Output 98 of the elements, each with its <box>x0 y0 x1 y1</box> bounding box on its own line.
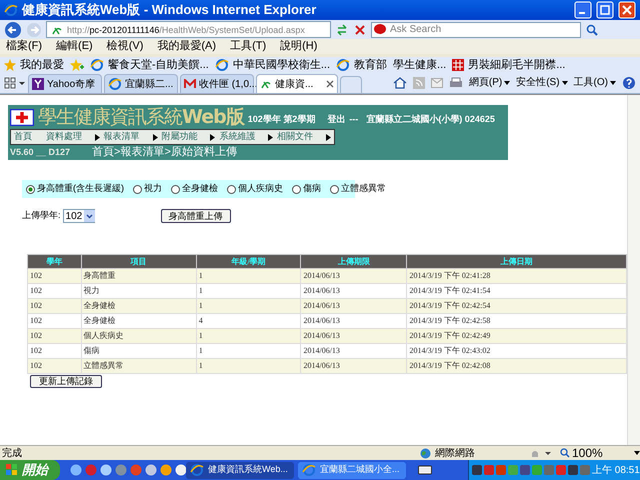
radio-button[interactable] <box>26 184 35 194</box>
search-field[interactable]: Ask Search <box>371 22 581 38</box>
breadcrumb: 首頁>報表清單>原始資料上傳 <box>92 145 237 160</box>
menu-item[interactable]: 工具(T) <box>230 38 266 55</box>
keyboard-icon[interactable] <box>418 465 432 475</box>
year-label: 上傳學年: <box>22 209 61 222</box>
stop-icon[interactable] <box>353 22 367 36</box>
start-button[interactable]: 開始 <box>0 460 60 480</box>
version-label: V5.60 __ D127 <box>10 146 70 159</box>
help-icon[interactable] <box>622 76 636 90</box>
menu-item[interactable]: 說明(H) <box>280 38 318 55</box>
favorite-link[interactable]: 男裝細刷毛半開襟... <box>452 56 566 74</box>
refresh-icon[interactable] <box>335 22 349 36</box>
term-label: 102學年 第2學期 <box>248 112 316 126</box>
home-icon[interactable] <box>392 76 407 88</box>
menu-item[interactable]: 編輯(E) <box>56 38 93 55</box>
school-name: 宜蘭縣立二城國小(小學) 024625 <box>366 112 495 126</box>
printer-icon[interactable] <box>448 76 463 88</box>
envelope-icon <box>184 79 196 89</box>
window-title: 健康資訊系統Web版 - Windows Internet Explorer <box>22 1 318 20</box>
browser-tab[interactable]: Yahoo奇摩 <box>28 74 102 93</box>
ask-logo-icon <box>374 24 386 34</box>
radio-option[interactable]: 身高體重(含生長遲緩) <box>26 182 124 196</box>
table-cell: 2014/3/19 下午 02:42:08 <box>406 358 626 374</box>
column-header: 上傳期限 <box>300 254 407 268</box>
upload-button[interactable]: 身高體重上傳 <box>160 209 231 223</box>
nav-menu-item[interactable]: 附屬功能 <box>162 130 216 144</box>
taskbar-button[interactable]: 宜蘭縣二城國小全... <box>298 462 406 478</box>
column-header: 上傳日期 <box>406 254 626 268</box>
close-tab-icon[interactable] <box>326 80 334 88</box>
address-field[interactable]: http://pc-201201111146/HealthWeb/SystemSet/Upload.aspx <box>46 21 331 38</box>
column-header: 學年 <box>28 254 82 268</box>
favorite-link[interactable]: 饗食天堂-自助美饌... <box>90 56 209 74</box>
menu-item[interactable]: 我的最愛(A) <box>157 38 216 55</box>
nav-menu-item[interactable]: 首頁 <box>14 130 42 144</box>
radio-option[interactable]: 全身健檢 <box>171 182 218 196</box>
radio-option[interactable]: 視力 <box>133 182 162 196</box>
favorites-button[interactable]: 我的最愛 <box>4 56 64 74</box>
logout-link[interactable]: 登出 <box>327 112 346 126</box>
nav-menu-item[interactable]: 相關文件 <box>277 130 331 144</box>
caret-icon <box>504 80 510 84</box>
radio-option[interactable]: 傷病 <box>292 182 321 196</box>
y-letter-icon <box>32 78 44 90</box>
year-dropdown[interactable]: 102 <box>62 209 95 223</box>
star-icon <box>4 59 16 71</box>
menu-item[interactable]: 檢視(V) <box>106 38 144 55</box>
radio-button[interactable] <box>227 184 236 194</box>
radio-button[interactable] <box>171 184 180 194</box>
system-title: 學生健康資訊系統Web版 <box>38 105 244 129</box>
radio-button[interactable] <box>292 184 301 194</box>
radio-button[interactable] <box>133 184 142 194</box>
table-cell: 102 <box>28 358 82 374</box>
nav-menu-item[interactable]: 報表清單 <box>104 130 158 144</box>
menu-item[interactable]: 檔案(F) <box>6 38 42 55</box>
caret-icon <box>610 80 616 84</box>
column-header: 項目 <box>81 254 196 268</box>
refresh-records-button[interactable]: 更新上傳記錄 <box>30 375 102 388</box>
cross-logo-icon <box>10 109 34 126</box>
browser-tab[interactable]: 宜蘭縣二... <box>104 74 178 93</box>
browser-icon <box>4 3 18 17</box>
nav-menu-item[interactable]: 資料處理 <box>46 130 100 144</box>
radio-button[interactable] <box>330 184 339 194</box>
search-icon[interactable] <box>585 22 599 36</box>
grid-icon <box>452 59 464 71</box>
table-cell: 2014/06/13 <box>300 358 407 374</box>
table-cell: 立體感異常 <box>81 358 196 374</box>
security-zone: 網際網路 <box>420 446 530 460</box>
minimize-button[interactable] <box>574 1 592 19</box>
favorite-link[interactable]: 學生健康... <box>393 56 446 74</box>
close-button[interactable] <box>618 1 636 19</box>
zoom-control[interactable]: 100% <box>560 444 640 462</box>
quick-tabs-icon[interactable] <box>4 76 26 90</box>
magnifier-icon <box>560 448 570 458</box>
maximize-button[interactable] <box>596 1 614 19</box>
favorite-link[interactable]: 中華民國學校衛生... <box>214 56 330 74</box>
toolbar-menu[interactable]: 安全性(S) <box>516 75 568 90</box>
caret-icon <box>634 451 640 455</box>
feed-icon[interactable] <box>412 76 425 88</box>
caret-icon <box>562 80 568 84</box>
taskbar-button[interactable]: 健康資訊系統Web... <box>186 462 294 478</box>
mail-icon[interactable] <box>430 78 443 88</box>
favorite-link[interactable]: 教育部 <box>336 56 388 74</box>
nav-menu-item[interactable]: 系統維護 <box>219 130 274 144</box>
browser-tab[interactable]: 健康資... <box>256 74 338 93</box>
toolbar-menu[interactable]: 工具(O) <box>574 75 616 90</box>
browser-tab[interactable]: 收件匣 (1,0... <box>180 74 254 93</box>
back-icon[interactable] <box>4 20 22 38</box>
toolbar-menu[interactable]: 網頁(P) <box>468 75 510 90</box>
scrollbar[interactable] <box>627 95 640 445</box>
add-favorite-icon[interactable] <box>70 59 84 71</box>
windows-logo-icon <box>6 464 18 476</box>
radio-option[interactable]: 立體感異常 <box>330 182 386 196</box>
radio-option[interactable]: 個人疾病史 <box>227 182 283 196</box>
clock: 上午 08:51 <box>592 464 640 478</box>
status-text: 完成 <box>1 446 23 460</box>
table-cell: 1 <box>196 358 301 374</box>
column-header: 年級/學期 <box>196 254 301 268</box>
separator-text: --- <box>349 112 358 126</box>
